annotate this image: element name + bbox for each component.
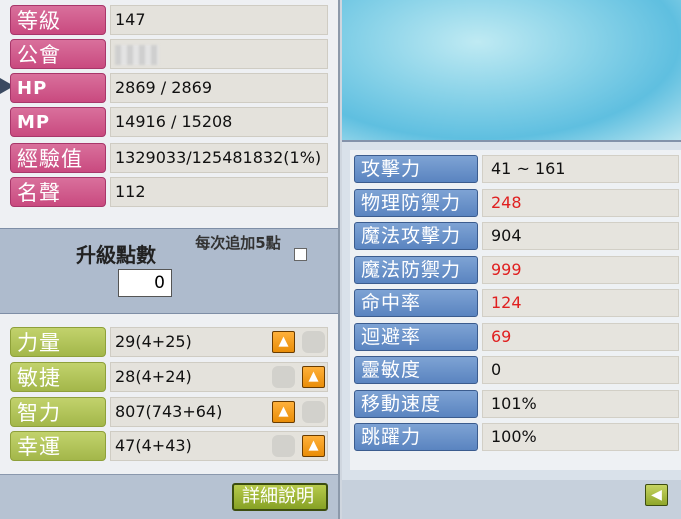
ability-points-value: 0 (118, 269, 172, 297)
mp-label: MP (10, 107, 106, 137)
luk-value: 47(4+43) (110, 431, 328, 461)
stat-row-attack: 攻擊力 41 ~ 161 (354, 153, 679, 183)
luk-slot-disabled (272, 435, 295, 457)
arrow-up-icon: ▲ (278, 334, 289, 349)
ability-points-area: 升級點數 0 每次追加5點 (0, 228, 338, 314)
stat-row-mp: MP 14916 / 15208 (10, 106, 328, 138)
guild-value (110, 39, 328, 69)
str-label: 力量 (10, 327, 106, 357)
dex-label: 敏捷 (10, 362, 106, 392)
magic-defense-label: 魔法防禦力 (354, 255, 478, 284)
accuracy-label: 命中率 (354, 289, 478, 317)
stat-row-magic-defense: 魔法防禦力 999 (354, 254, 679, 284)
arrow-left-icon: ◀ (651, 487, 662, 503)
arrow-up-icon: ▲ (308, 438, 319, 453)
int-value: 807(743+64) (110, 397, 328, 427)
accuracy-value: 124 (482, 289, 679, 317)
magic-attack-label: 魔法攻擊力 (354, 222, 478, 250)
str-up-button[interactable]: ▲ (272, 331, 295, 353)
level-label: 等級 (10, 5, 106, 35)
hands-value: 0 (482, 356, 679, 384)
dex-slot-disabled (272, 366, 295, 388)
hp-label: HP (10, 73, 106, 103)
stat-row-level: 等級 147 (10, 4, 328, 36)
attack-value: 41 ~ 161 (482, 155, 679, 183)
stat-row-guild: 公會 (10, 38, 328, 70)
add-5-label: 每次追加5點 (195, 234, 281, 252)
avoidability-label: 迴避率 (354, 322, 478, 351)
level-value: 147 (110, 5, 328, 35)
stat-row-speed: 移動速度 101% (354, 388, 679, 418)
mp-value: 14916 / 15208 (110, 107, 328, 137)
stat-row-hands: 靈敏度 0 (354, 354, 679, 384)
stat-row-physical-defense: 物理防禦力 248 (354, 187, 679, 217)
speed-label: 移動速度 (354, 389, 478, 418)
ability-points-label: 升級點數 (76, 243, 156, 267)
game-background (342, 0, 681, 140)
attack-label: 攻擊力 (354, 155, 478, 183)
fame-label: 名聲 (10, 177, 106, 207)
jump-label: 跳躍力 (354, 423, 478, 451)
add-5-checkbox[interactable] (294, 248, 307, 261)
jump-value: 100% (482, 423, 679, 451)
fame-value: 112 (110, 177, 328, 207)
str-slot-disabled (302, 331, 325, 353)
stat-row-hp: HP 2869 / 2869 (10, 72, 328, 104)
exp-label: 經驗值 (10, 143, 106, 173)
stat-row-avoidability: 迴避率 69 (354, 321, 679, 351)
collapse-button[interactable]: ◀ (645, 484, 668, 506)
guild-name-blurred (115, 44, 159, 65)
magic-defense-value: 999 (482, 255, 679, 284)
stat-row-fame: 名聲 112 (10, 176, 328, 208)
dex-up-button[interactable]: ▲ (302, 366, 325, 388)
hp-value: 2869 / 2869 (110, 73, 328, 103)
int-label: 智力 (10, 397, 106, 427)
physical-defense-label: 物理防禦力 (354, 188, 478, 217)
hands-label: 靈敏度 (354, 356, 478, 384)
speed-value: 101% (482, 389, 679, 418)
stat-row-exp: 經驗值 1329033/125481832(1%) (10, 142, 328, 174)
guild-label: 公會 (10, 39, 106, 69)
int-up-button[interactable]: ▲ (272, 401, 295, 423)
dex-value: 28(4+24) (110, 362, 328, 392)
magic-attack-value: 904 (482, 222, 679, 250)
stat-row-jump: 跳躍力 100% (354, 421, 679, 451)
luk-label: 幸運 (10, 431, 106, 461)
physical-defense-value: 248 (482, 188, 679, 217)
detail-button[interactable]: 詳細說明 (232, 483, 328, 511)
arrow-up-icon: ▲ (308, 369, 319, 384)
right-footer (342, 480, 681, 519)
stat-row-accuracy: 命中率 124 (354, 287, 679, 317)
int-slot-disabled (302, 401, 325, 423)
stat-row-magic-attack: 魔法攻擊力 904 (354, 220, 679, 250)
str-value: 29(4+25) (110, 327, 328, 357)
arrow-up-icon: ▲ (278, 404, 289, 419)
avoidability-value: 69 (482, 322, 679, 351)
exp-value: 1329033/125481832(1%) (110, 143, 328, 173)
luk-up-button[interactable]: ▲ (302, 435, 325, 457)
